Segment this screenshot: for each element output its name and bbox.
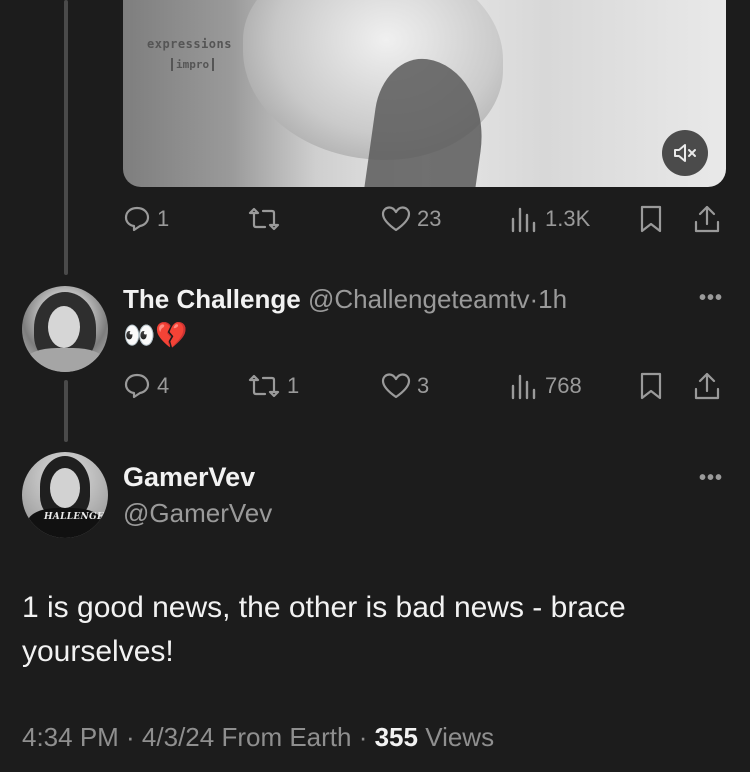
avatar[interactable]: HALLENGE [22,452,108,538]
avatar-shirt-logo: HALLENGE [44,512,105,522]
views-button[interactable]: 768 [509,366,582,406]
reply-button[interactable]: 1 [123,199,169,239]
display-name[interactable]: GamerVev [123,462,255,493]
repost-button[interactable]: 1 [247,366,299,406]
more-dots-icon: ••• [698,287,723,309]
views-count: 768 [545,373,582,398]
reply-header: The Challenge @Challengeteamtv·1h [123,284,567,315]
reply-bubble-icon [124,206,150,232]
watermark-text: expressions [147,37,232,51]
views-bars-icon [511,374,536,400]
like-button[interactable]: 3 [381,366,429,406]
like-count: 3 [417,373,430,398]
repost-button[interactable] [247,199,287,239]
bookmark-icon [640,205,662,233]
views-label: Views [417,722,495,752]
thread-line-bottom [64,380,68,442]
views-count: 1.3K [545,206,591,231]
repost-icon [248,374,280,398]
bookmark-button[interactable] [638,199,664,239]
share-button[interactable] [693,199,721,239]
display-name[interactable]: The Challenge [123,284,301,314]
watermark-subtext: impro [171,58,215,71]
reply-text: 👀💔 [123,320,188,350]
share-button[interactable] [693,366,721,406]
speaker-muted-icon [674,144,696,162]
repost-count: 1 [287,373,300,398]
reply-action-bar: 4 1 3 768 [123,366,727,406]
heart-icon [381,206,411,232]
views-count[interactable]: 355 [375,722,418,752]
heart-icon [381,373,411,399]
bookmark-icon [640,372,662,400]
timestamp-source: 4:34 PM · 4/3/24 From Earth · [22,722,375,752]
user-handle[interactable]: @GamerVev [123,498,272,529]
views-bars-icon [511,207,536,233]
reply-button[interactable]: 4 [123,366,169,406]
avatar[interactable] [22,286,108,372]
views-button[interactable]: 1.3K [509,199,590,239]
video-media[interactable]: expressions impro [123,0,726,187]
tweet-meta: 4:34 PM · 4/3/24 From Earth · 355 Views [22,722,494,753]
share-icon [694,205,720,233]
parent-action-bar: 1 23 1.3K [123,199,727,239]
post-time[interactable]: 1h [538,284,567,314]
reply-bubble-icon [124,373,150,399]
bookmark-button[interactable] [638,366,664,406]
reply-count: 1 [157,206,170,231]
tweet-text: 1 is good news, the other is bad news - … [22,591,626,668]
like-button[interactable]: 23 [381,199,441,239]
reply-count: 4 [157,373,170,398]
thread-line-top [64,0,68,275]
like-count: 23 [417,206,442,231]
separator-dot: · [529,284,539,314]
mute-button[interactable] [662,130,708,176]
repost-icon [248,207,280,231]
more-button[interactable]: ••• [694,288,728,308]
more-dots-icon: ••• [698,467,723,489]
more-button[interactable]: ••• [694,468,728,488]
user-handle[interactable]: @Challengeteamtv [308,284,530,314]
share-icon [694,372,720,400]
